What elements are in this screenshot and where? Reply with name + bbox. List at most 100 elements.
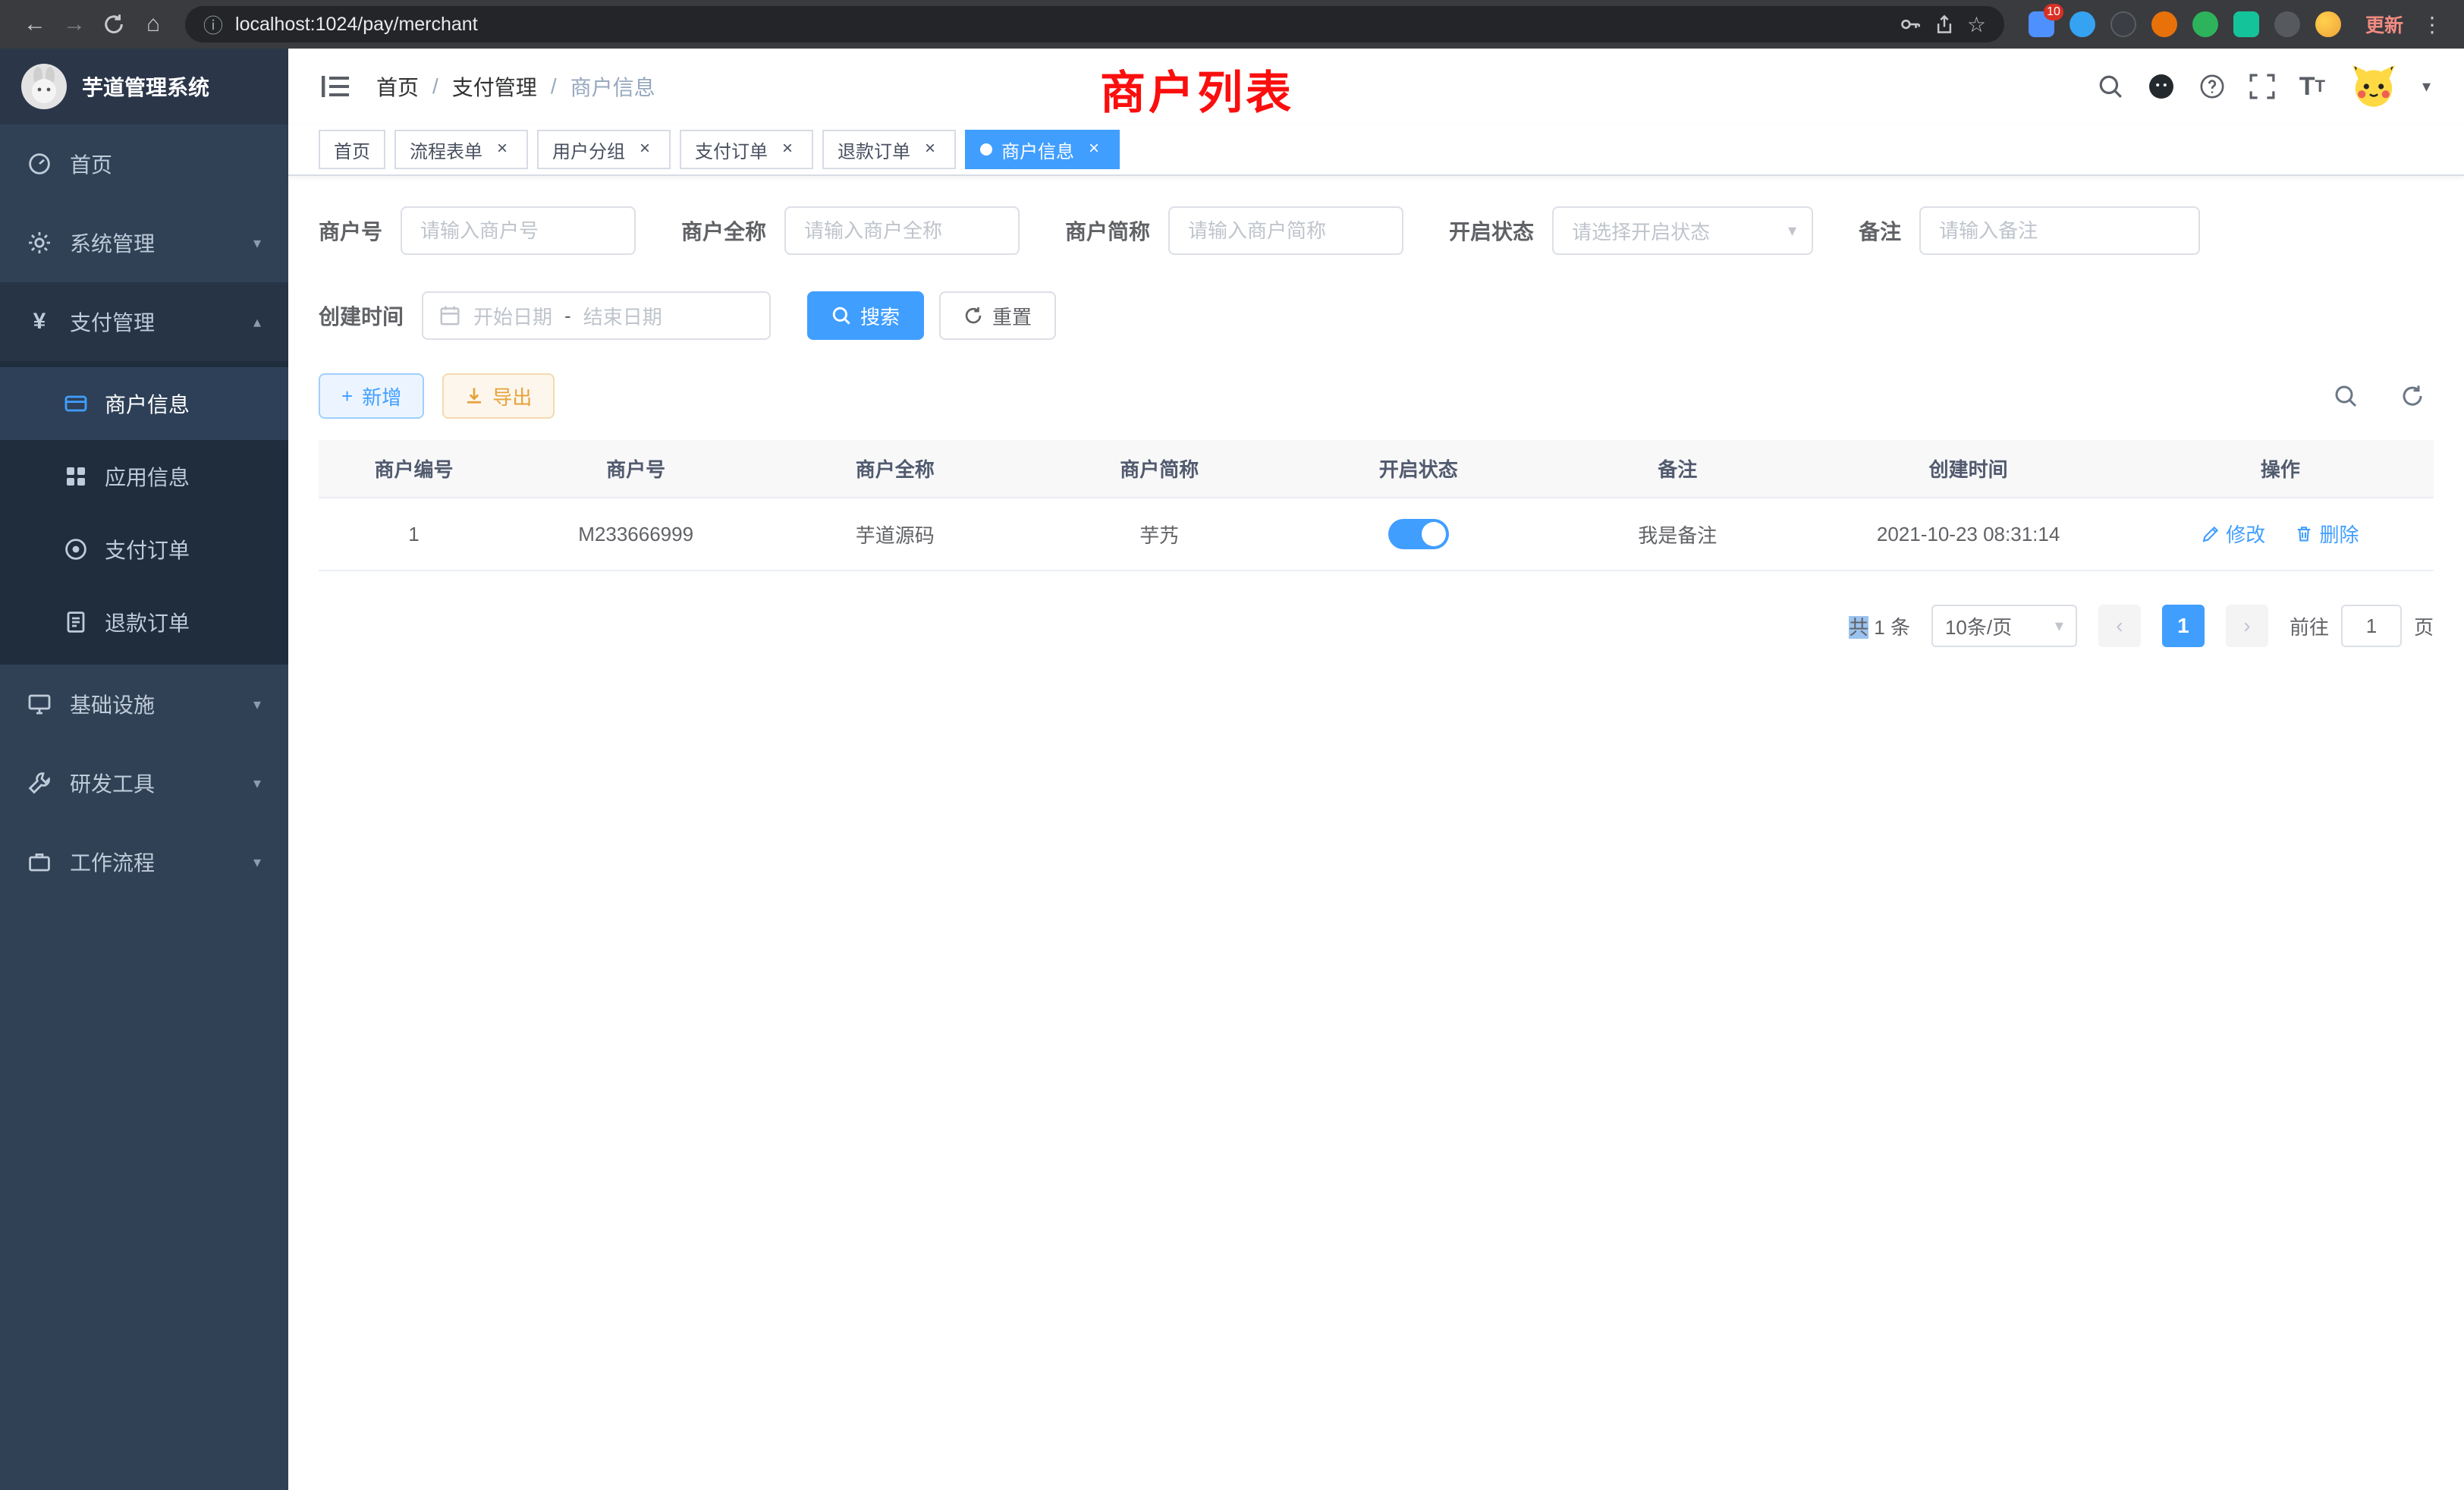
document-icon	[64, 610, 88, 634]
browser-menu-icon[interactable]: ⋮	[2415, 12, 2449, 37]
extension-green-icon[interactable]	[2192, 11, 2218, 37]
close-icon[interactable]: ×	[777, 139, 798, 160]
refresh-table-icon[interactable]	[2391, 375, 2434, 417]
tab-user-group[interactable]: 用户分组 ×	[537, 130, 671, 169]
yen-icon: ¥	[27, 309, 52, 335]
merchant-name-input[interactable]	[784, 206, 1020, 255]
prev-page-button[interactable]: ‹	[2098, 605, 2141, 647]
trash-icon	[2295, 525, 2313, 543]
profile-avatar-icon[interactable]	[2315, 11, 2341, 37]
collapse-sidebar-icon[interactable]	[322, 76, 349, 97]
tab-pay-order[interactable]: 支付订单 ×	[680, 130, 813, 169]
sidebar-item-payment[interactable]: ¥ 支付管理 ▴	[0, 282, 288, 361]
reset-button-label: 重置	[992, 302, 1032, 330]
url-bar[interactable]: ⓘ localhost:1024/pay/merchant ☆	[185, 6, 2004, 42]
filter-label: 开启状态	[1449, 215, 1534, 246]
app-title: 芋道管理系统	[82, 71, 209, 102]
sidebar-logo[interactable]: 芋道管理系统	[0, 49, 288, 124]
sidebar-item-pay-order[interactable]: 支付订单	[0, 513, 288, 586]
forward-icon[interactable]: →	[55, 5, 94, 44]
chevron-down-icon: ▾	[2055, 616, 2063, 636]
export-button[interactable]: 导出	[442, 373, 555, 419]
close-icon[interactable]: ×	[1083, 139, 1105, 160]
home-icon[interactable]: ⌂	[134, 5, 173, 44]
column-header: 开启状态	[1291, 440, 1545, 498]
breadcrumb-payment[interactable]: 支付管理	[452, 71, 537, 102]
filter-label: 商户简称	[1065, 215, 1150, 246]
close-icon[interactable]: ×	[492, 139, 513, 160]
select-placeholder: 请选择开启状态	[1572, 217, 1710, 245]
cell-status	[1291, 498, 1545, 571]
help-icon[interactable]	[2199, 74, 2225, 99]
sidebar-item-label: 首页	[70, 149, 112, 179]
browser-update-button[interactable]: 更新	[2353, 11, 2415, 38]
sidebar-item-refund-order[interactable]: 退款订单	[0, 586, 288, 659]
status-toggle[interactable]	[1388, 519, 1449, 549]
sidebar-item-home[interactable]: 首页	[0, 124, 288, 203]
github-icon[interactable]	[2148, 73, 2175, 100]
toggle-search-icon[interactable]	[2324, 375, 2367, 417]
search-button[interactable]: 搜索	[807, 291, 924, 340]
next-page-button[interactable]: ›	[2226, 605, 2268, 647]
sidebar-item-merchant-info[interactable]: 商户信息	[0, 367, 288, 440]
tab-process-form[interactable]: 流程表单 ×	[394, 130, 528, 169]
close-icon[interactable]: ×	[634, 139, 655, 160]
back-icon[interactable]: ←	[15, 5, 55, 44]
sidebar-item-devtools[interactable]: 研发工具 ▾	[0, 743, 288, 822]
merchant-short-input[interactable]	[1168, 206, 1403, 255]
extension-dark-icon[interactable]	[2110, 11, 2136, 37]
avatar-caret-icon[interactable]: ▾	[2422, 77, 2431, 96]
sidebar-item-system[interactable]: 系统管理 ▾	[0, 203, 288, 282]
search-icon[interactable]	[2098, 74, 2123, 99]
edit-link[interactable]: 修改	[2202, 520, 2265, 548]
breadcrumb-current: 商户信息	[570, 71, 655, 102]
monitor-icon	[27, 692, 52, 716]
page-size-select[interactable]: 10条/页 ▾	[1931, 605, 2077, 647]
share-icon[interactable]	[1934, 13, 1955, 36]
font-size-icon[interactable]: TT	[2299, 72, 2325, 102]
goto-page-input[interactable]	[2341, 605, 2402, 647]
tab-refund-order[interactable]: 退款订单 ×	[822, 130, 956, 169]
navbar-actions: TT ▾	[2098, 65, 2431, 108]
add-button[interactable]: + 新增	[319, 373, 424, 419]
fullscreen-icon[interactable]	[2249, 74, 2275, 99]
plus-icon: +	[341, 385, 353, 408]
main-area: 首页 / 支付管理 / 商户信息 商户列表	[288, 49, 2464, 1490]
tab-merchant-info[interactable]: 商户信息 ×	[965, 130, 1120, 169]
extension-orange-icon[interactable]	[2151, 11, 2177, 37]
cell-merchant-id: 1	[319, 498, 509, 571]
url-text[interactable]: localhost:1024/pay/merchant	[235, 14, 478, 36]
reset-button[interactable]: 重置	[939, 291, 1056, 340]
cell-merchant-no: M233666999	[509, 498, 763, 571]
site-info-icon[interactable]: ⓘ	[203, 11, 223, 39]
extension-square-icon[interactable]	[2233, 11, 2259, 37]
bookmark-star-icon[interactable]: ☆	[1967, 12, 1986, 37]
close-icon[interactable]: ×	[919, 139, 941, 160]
pagination-goto: 前往 页	[2290, 605, 2434, 647]
chevron-up-icon: ▴	[253, 313, 261, 332]
status-select[interactable]: 请选择开启状态 ▾	[1552, 206, 1813, 255]
column-header: 商户简称	[1027, 440, 1292, 498]
user-avatar[interactable]	[2349, 65, 2398, 108]
page-unit-label: 页	[2414, 612, 2434, 640]
breadcrumb-separator: /	[551, 74, 557, 99]
sidebar-item-app-info[interactable]: 应用信息	[0, 440, 288, 513]
password-key-icon[interactable]	[1899, 13, 1922, 36]
extension-knot-icon[interactable]	[2274, 11, 2300, 37]
dashboard-icon	[27, 152, 52, 176]
tab-home[interactable]: 首页	[319, 130, 385, 169]
sidebar-item-label: 系统管理	[70, 228, 155, 258]
sidebar-item-infrastructure[interactable]: 基础设施 ▾	[0, 665, 288, 743]
sidebar-item-workflow[interactable]: 工作流程 ▾	[0, 822, 288, 901]
breadcrumb-home[interactable]: 首页	[376, 71, 419, 102]
sidebar-item-label: 商户信息	[105, 388, 190, 419]
extension-grid-icon[interactable]: 10	[2029, 11, 2054, 37]
reload-icon[interactable]	[94, 5, 134, 44]
merchant-no-input[interactable]	[401, 206, 636, 255]
extension-drop-icon[interactable]	[2070, 11, 2095, 37]
page-number-button[interactable]: 1	[2162, 605, 2205, 647]
delete-link[interactable]: 删除	[2295, 520, 2359, 548]
sidebar-item-label: 退款订单	[105, 607, 190, 637]
remark-input[interactable]	[1919, 206, 2200, 255]
date-range-picker[interactable]: 开始日期 - 结束日期	[422, 291, 771, 340]
